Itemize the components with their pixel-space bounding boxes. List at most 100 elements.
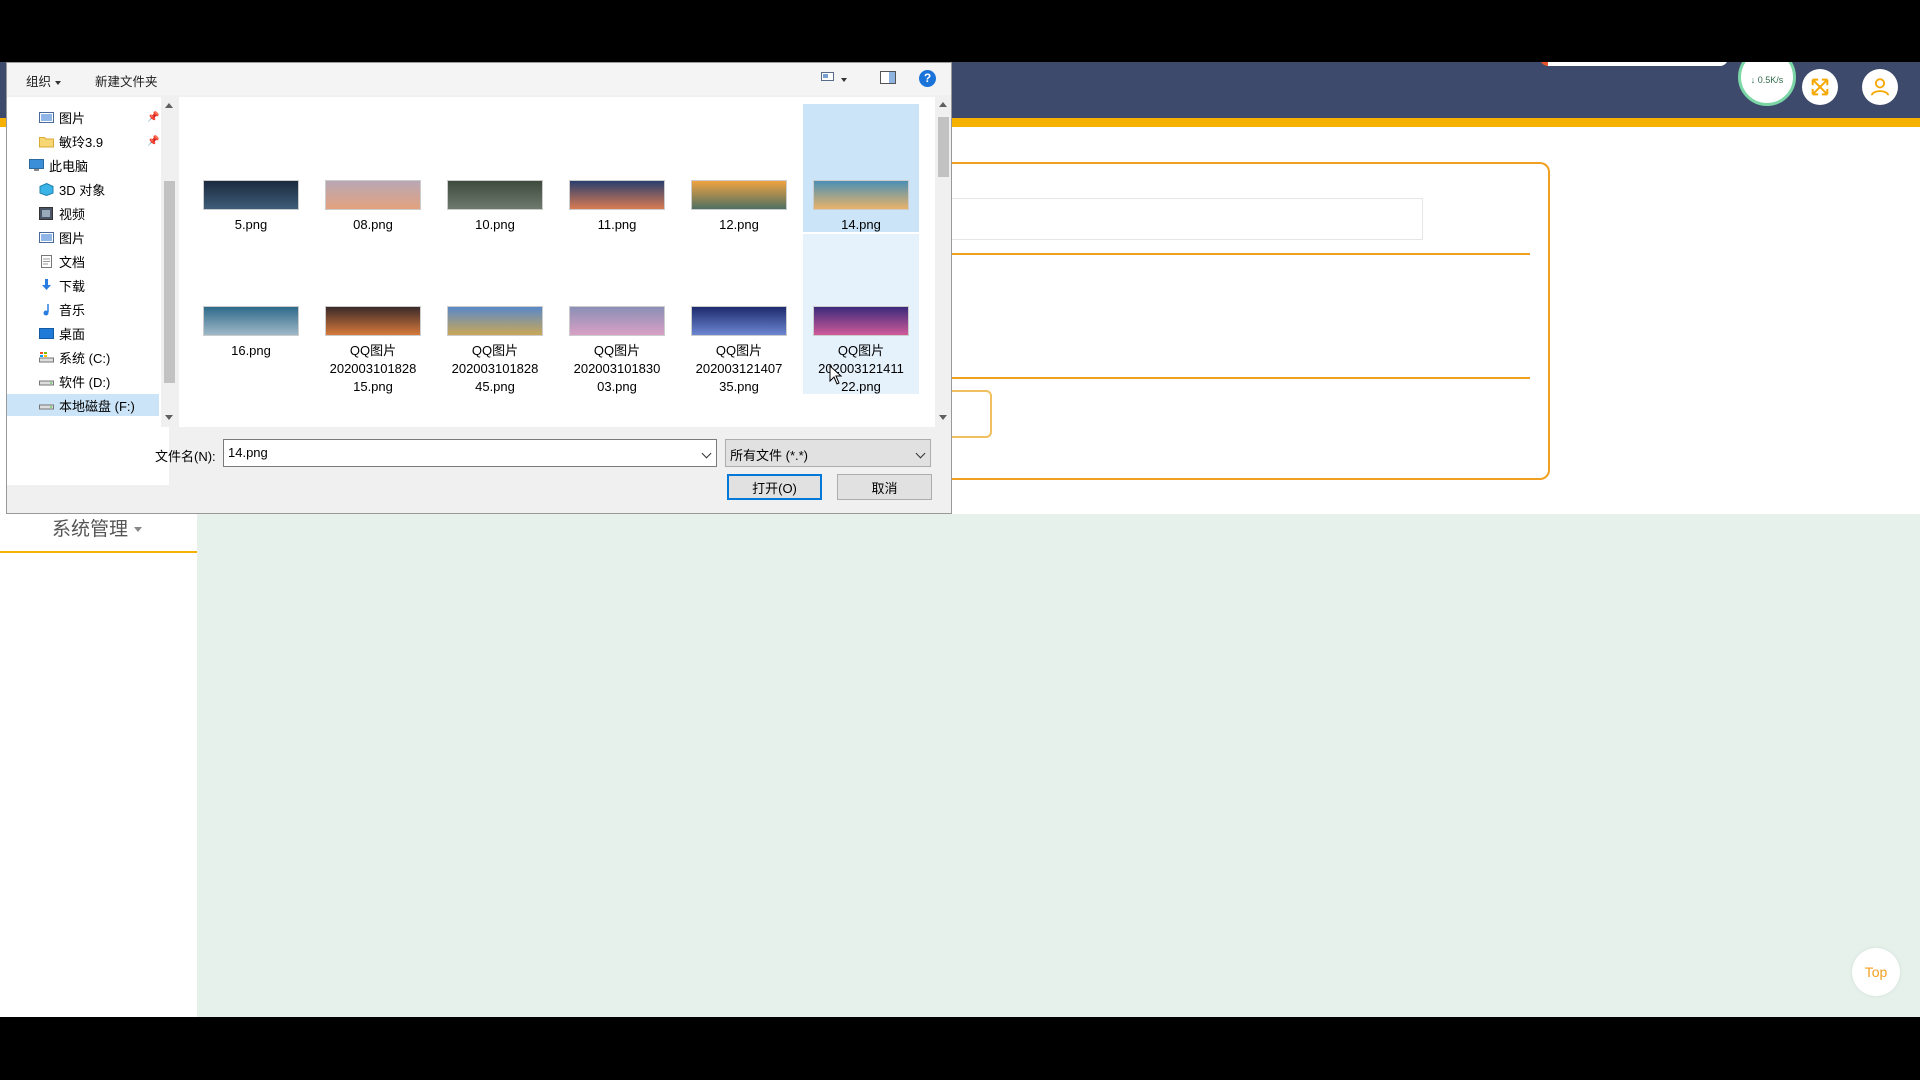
documents-icon [39, 254, 54, 268]
user-button[interactable] [1862, 69, 1898, 105]
header-progress-pill [1540, 62, 1728, 66]
file-item[interactable]: QQ图片 202003101828 45.png [437, 234, 553, 394]
nav-scroll-thumb[interactable] [164, 181, 175, 383]
music-icon [39, 303, 54, 316]
file-name-line: 45.png [475, 379, 515, 394]
drive-icon [39, 399, 54, 412]
filename-input[interactable]: 14.png [223, 439, 717, 467]
pictures-icon [39, 231, 54, 244]
file-list-pane: 5.png 08.png 10.png 11.png 12.png 14.png 16.pn… [179, 97, 937, 427]
file-name-line: QQ图片 [837, 343, 885, 358]
file-item[interactable]: 5.png [193, 104, 309, 232]
image-thumbnail [447, 180, 543, 210]
file-item[interactable]: 12.png [681, 104, 797, 232]
desktop-icon [39, 327, 54, 340]
filename-label: 文件名(N): [155, 449, 216, 464]
file-name-line: 16.png [231, 343, 271, 358]
image-thumbnail [691, 306, 787, 336]
open-button[interactable]: 打开(O) [727, 474, 822, 500]
scroll-up-icon[interactable] [165, 103, 173, 108]
chevron-down-icon[interactable] [915, 448, 926, 459]
upload-form-card [950, 162, 1550, 480]
nav-item[interactable]: 音乐 [7, 298, 159, 320]
nav-item[interactable]: 本地磁盘 (F:) [7, 394, 159, 416]
user-icon [1870, 78, 1890, 96]
image-thumbnail [813, 306, 909, 336]
image-thumbnail [203, 306, 299, 336]
nav-item[interactable]: 软件 (D:) [7, 370, 159, 392]
file-item[interactable]: 14.png [803, 104, 919, 232]
nav-item[interactable]: 3D 对象 [7, 178, 159, 200]
image-thumbnail [325, 306, 421, 336]
nav-item-label: 文档 [59, 254, 86, 270]
nav-item[interactable]: 系统 (C:) [7, 346, 159, 368]
drive-c-icon [39, 351, 54, 364]
file-item[interactable]: 08.png [315, 104, 431, 232]
nav-item-label: 本地磁盘 (F:) [59, 398, 135, 414]
help-icon[interactable]: ? [919, 70, 936, 87]
nav-item-label: 桌面 [59, 326, 86, 342]
file-item[interactable]: QQ图片 202003121411 22.png [803, 234, 919, 394]
chevron-down-icon[interactable] [701, 448, 712, 459]
file-name-line: 202003101830 [573, 361, 661, 376]
image-thumbnail [203, 180, 299, 210]
view-options-button[interactable] [821, 71, 847, 86]
file-name-line: 22.png [841, 379, 881, 394]
file-scroll-thumb[interactable] [938, 117, 949, 177]
folder-icon [39, 135, 54, 148]
file-item[interactable]: QQ图片 202003121407 35.png [681, 234, 797, 394]
file-item[interactable]: 11.png [559, 104, 675, 232]
scroll-up-icon[interactable] [939, 102, 947, 107]
nav-scrollbar[interactable] [161, 97, 177, 427]
menu-system-management[interactable]: 系统管理 [52, 514, 143, 541]
organize-menu[interactable]: 组织 [26, 71, 62, 90]
form-divider [950, 377, 1530, 379]
nav-item[interactable]: 桌面 [7, 322, 159, 344]
file-name-line: 15.png [353, 379, 393, 394]
main-content-area [197, 514, 1920, 1017]
upload-box[interactable] [950, 390, 992, 438]
nav-item-label: 敏玲3.9 [59, 134, 104, 150]
file-item[interactable]: QQ图片 202003101828 15.png [315, 234, 431, 394]
file-list-scrollbar[interactable] [935, 97, 951, 427]
new-folder-button[interactable]: 新建文件夹 [95, 71, 158, 90]
filetype-select[interactable]: 所有文件 (*.*) [725, 439, 931, 467]
file-name-line: 5.png [234, 217, 268, 232]
computer-icon [29, 158, 44, 172]
preview-pane-button[interactable] [880, 71, 896, 87]
file-item[interactable]: 10.png [437, 104, 553, 232]
file-name-line: 202003101828 [329, 361, 417, 376]
file-open-dialog: 组织 新建文件夹 ? 图片 📌 敏玲3.9 📌 此电脑 3D 对象 视频 图片 文档 下载 音乐 桌面… [6, 62, 952, 514]
menu-system-label: 系统管理 [52, 519, 129, 540]
nav-item[interactable]: 敏玲3.9 📌 [7, 130, 159, 152]
dialog-toolbar: 组织 新建文件夹 ? [7, 63, 951, 95]
nav-item[interactable]: 此电脑 [7, 154, 159, 176]
fullscreen-button[interactable] [1802, 69, 1838, 105]
videos-icon [39, 206, 54, 220]
network-speed-widget[interactable]: ↓ 0.5K/s [1738, 62, 1796, 106]
nav-item-label: 系统 (C:) [59, 350, 111, 366]
nav-item[interactable]: 图片 [7, 226, 159, 248]
cancel-button[interactable]: 取消 [837, 474, 932, 500]
pictures-icon [39, 111, 54, 124]
scroll-down-icon[interactable] [165, 415, 173, 420]
form-text-input[interactable] [950, 198, 1423, 240]
nav-item[interactable]: 下载 [7, 274, 159, 296]
nav-item[interactable]: 视频 [7, 202, 159, 224]
back-to-top-button[interactable]: Top [1852, 948, 1900, 996]
file-name-line: QQ图片 [349, 343, 397, 358]
nav-item-label: 图片 [59, 110, 86, 126]
preview-pane-icon [880, 71, 896, 84]
file-name-line: 14.png [841, 217, 881, 232]
file-item[interactable]: QQ图片 202003101830 03.png [559, 234, 675, 394]
file-name-line: 11.png [597, 217, 637, 232]
image-thumbnail [569, 306, 665, 336]
navigation-pane: 图片 📌 敏玲3.9 📌 此电脑 3D 对象 视频 图片 文档 下载 音乐 桌面 系统 (C:) 软件 (… [7, 97, 177, 485]
mouse-cursor-icon [829, 365, 843, 385]
menu-underline [0, 551, 197, 553]
scroll-down-icon[interactable] [939, 415, 947, 420]
3d-objects-icon [39, 182, 54, 196]
file-item[interactable]: 16.png [193, 234, 309, 394]
nav-item[interactable]: 图片 📌 [7, 106, 159, 128]
nav-item[interactable]: 文档 [7, 250, 159, 272]
